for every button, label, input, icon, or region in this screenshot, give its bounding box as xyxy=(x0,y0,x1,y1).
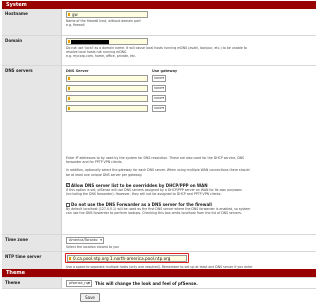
timezone-desc: Select the location closest to you xyxy=(66,245,119,249)
theme-select[interactable]: pfsense_ng ▾ xyxy=(66,280,92,287)
dns-override-desc-2: (including the DNS forwarder). However, … xyxy=(66,192,222,197)
dns-forwarder-checkbox[interactable] xyxy=(66,202,70,207)
dns-col-server: DNS Server xyxy=(66,69,89,73)
section-header-system: System xyxy=(2,1,316,9)
dns-row-1: none xyxy=(66,75,186,83)
domain-label: Domain xyxy=(2,36,62,65)
row-theme: Theme pfsense_ng ▾ This will change the … xyxy=(2,278,316,289)
dns-server-input-3[interactable] xyxy=(66,95,148,102)
row-dns-servers: DNS servers DNS Server Use gateway none … xyxy=(2,66,316,235)
timezone-select[interactable]: America/Toronto ▾ xyxy=(66,237,104,244)
dns-forwarder-desc-2: can use the DNS forwarder to perform loo… xyxy=(66,211,242,216)
section-header-theme: Theme xyxy=(2,269,316,277)
ntp-input[interactable]: 0.ca.pool.ntp.org 1.north-america.pool.n… xyxy=(67,255,187,262)
dns-row-2: none xyxy=(66,85,186,93)
save-button[interactable]: Save xyxy=(80,293,100,302)
chevron-down-icon: ▾ xyxy=(88,281,90,285)
dns-col-gateway: Use gateway xyxy=(152,69,178,73)
redacted-domain xyxy=(71,40,109,44)
dns-label: DNS servers xyxy=(2,66,62,234)
row-timezone: Time zone America/Toronto ▾ Select the l… xyxy=(2,235,316,252)
hostname-example: e.g. firewall xyxy=(66,23,85,28)
theme-label: Theme xyxy=(2,278,62,288)
timezone-label: Time zone xyxy=(2,235,62,251)
dns-desc-2: forwarder and for PPTP VPN clients. xyxy=(66,160,123,165)
domain-input[interactable] xyxy=(66,38,148,45)
hostname-label: Hostname xyxy=(2,9,62,35)
dns-server-input-2[interactable] xyxy=(66,85,148,92)
dns-gateway-select-3[interactable]: none xyxy=(152,95,166,102)
dns-gateway-select-1[interactable]: none xyxy=(152,75,166,82)
timezone-value: America/Toronto xyxy=(69,238,98,242)
dns-desc-4: be at least one unique DNS server per ga… xyxy=(66,172,143,177)
theme-value: pfsense_ng xyxy=(69,281,89,285)
dns-row-3: none xyxy=(66,95,186,103)
dns-server-input-4[interactable] xyxy=(66,105,148,112)
theme-desc: This will change the look and feel of pf… xyxy=(95,281,198,286)
dns-server-input-1[interactable] xyxy=(66,75,148,82)
dns-row-4: none xyxy=(66,105,186,113)
chevron-down-icon: ▾ xyxy=(100,238,102,242)
row-hostname: Hostname gw Name of the firewall host, w… xyxy=(2,9,316,36)
domain-example: e.g. mycorp.com, home, office, private, … xyxy=(66,54,137,59)
dns-gateway-select-2[interactable]: none xyxy=(152,85,166,92)
dns-gateway-select-4[interactable]: none xyxy=(152,105,166,112)
row-domain: Domain Do not use 'local' as a domain na… xyxy=(2,36,316,66)
hostname-input[interactable]: gw xyxy=(66,11,148,18)
dns-override-checkbox[interactable] xyxy=(66,182,70,188)
